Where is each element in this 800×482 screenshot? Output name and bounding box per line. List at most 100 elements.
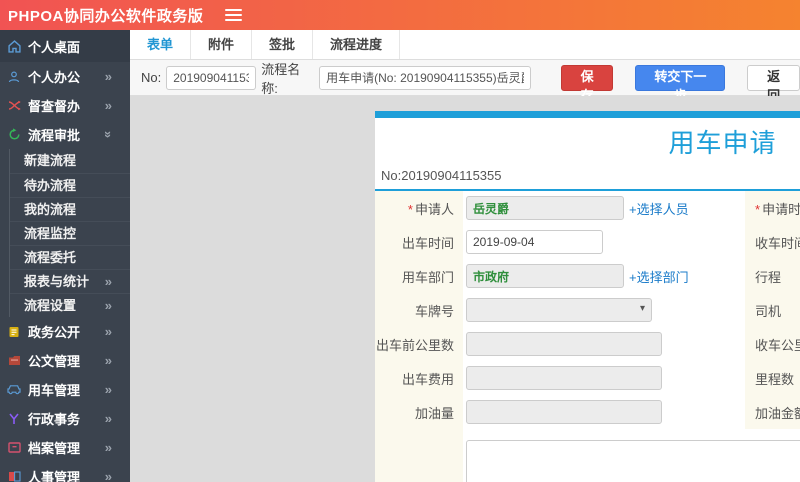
sidebar-item-personal-desktop[interactable]: 个人桌面 bbox=[0, 30, 130, 62]
forward-next-button[interactable]: 转交下一步 bbox=[635, 64, 726, 103]
form-accent-bar bbox=[375, 111, 800, 118]
sidebar-item-label: 流程审批 bbox=[28, 128, 81, 143]
trip-label: 行程 bbox=[755, 269, 782, 285]
return-time-label: 收车时间 bbox=[755, 235, 800, 251]
app-header: PHPOA协同办公软件政务版 bbox=[0, 0, 800, 30]
submenu-item-flow-delegate[interactable]: 流程委托 bbox=[10, 245, 130, 269]
chevron-right-icon bbox=[105, 270, 112, 294]
sidebar-item-label: 个人办公 bbox=[28, 70, 81, 85]
pre-km-label: 出车前公里数 bbox=[375, 337, 454, 353]
driver-label: 司机 bbox=[755, 303, 782, 319]
chevron-right-icon bbox=[105, 324, 112, 339]
reason-textarea[interactable] bbox=[466, 440, 800, 482]
depart-time-label: 出车时间 bbox=[401, 235, 454, 251]
no-label: No: bbox=[141, 70, 162, 85]
flow-name-input[interactable] bbox=[319, 65, 531, 90]
toolbar: No: 流程名称: 保存 转交下一步 返回 bbox=[130, 60, 800, 103]
back-button[interactable]: 返回 bbox=[747, 64, 800, 103]
form-row-dept: 用车部门 +选择部门 行程 bbox=[375, 259, 800, 293]
y-icon bbox=[7, 412, 21, 425]
cost-input[interactable] bbox=[466, 366, 662, 390]
save-button[interactable]: 保存 bbox=[560, 64, 614, 103]
chevron-right-icon bbox=[105, 353, 112, 368]
applicant-input[interactable] bbox=[466, 196, 624, 220]
form-title: 用车申请 bbox=[668, 127, 777, 158]
mileage-label: 里程数 bbox=[755, 371, 795, 387]
hamburger-menu-icon[interactable] bbox=[225, 6, 243, 24]
sidebar-item-admin-affairs[interactable]: 行政事务 bbox=[0, 404, 130, 433]
sidebar-item-supervision[interactable]: 督查督办 bbox=[0, 91, 130, 120]
form-no-text: No:20190904115355 bbox=[375, 164, 800, 191]
cycle-icon bbox=[7, 128, 21, 141]
flow-name-label: 流程名称: bbox=[261, 61, 301, 96]
submenu-item-flow-settings[interactable]: 流程设置 bbox=[10, 293, 130, 317]
form-row-cost: 出车费用 里程数 bbox=[375, 361, 800, 395]
home-icon bbox=[7, 39, 21, 53]
return-km-label: 收车公里数 bbox=[755, 337, 800, 353]
workflow-submenu: 新建流程 待办流程 我的流程 流程监控 流程委托 报表与统计 流程设置 bbox=[9, 149, 130, 317]
chevron-right-icon bbox=[105, 98, 112, 113]
form-row-pre-km: 出车前公里数 收车公里数 bbox=[375, 327, 800, 361]
chevron-right-icon bbox=[105, 469, 112, 482]
doc-icon bbox=[7, 325, 21, 338]
chevron-right-icon bbox=[105, 382, 112, 397]
vehicle-request-form: 用车申请 No:20190904115355 申请人 +选择人员 申请时间 出车… bbox=[375, 111, 800, 482]
fuel-amount-label: 加油金额 bbox=[755, 405, 800, 421]
dept-label: 用车部门 bbox=[401, 269, 454, 285]
form-row-reason: 申请事由 bbox=[375, 429, 800, 482]
chevron-right-icon bbox=[105, 411, 112, 426]
form-row-fuel: 加油量 加油金额 bbox=[375, 395, 800, 429]
book-icon bbox=[7, 470, 21, 482]
sidebar-item-label: 公文管理 bbox=[28, 354, 81, 369]
plate-label: 车牌号 bbox=[414, 303, 454, 319]
tab-sign[interactable]: 签批 bbox=[252, 30, 314, 59]
sidebar-item-label: 政务公开 bbox=[28, 325, 81, 340]
cost-label: 出车费用 bbox=[401, 371, 454, 387]
chevron-right-icon bbox=[105, 294, 112, 318]
select-dept-link[interactable]: +选择部门 bbox=[629, 267, 689, 286]
content-area: 用车申请 No:20190904115355 申请人 +选择人员 申请时间 出车… bbox=[130, 96, 800, 482]
archive-icon bbox=[7, 441, 21, 454]
sidebar-item-archive-mgmt[interactable]: 档案管理 bbox=[0, 433, 130, 462]
sidebar-item-vehicle-mgmt[interactable]: 用车管理 bbox=[0, 375, 130, 404]
tab-form[interactable]: 表单 bbox=[130, 30, 192, 59]
sidebar-item-label: 用车管理 bbox=[28, 383, 81, 398]
sidebar-item-label: 督查督办 bbox=[28, 99, 81, 114]
sidebar-item-hr-mgmt[interactable]: 人事管理 bbox=[0, 462, 130, 482]
sidebar-item-label: 行政事务 bbox=[28, 412, 81, 427]
select-person-link[interactable]: +选择人员 bbox=[629, 199, 689, 218]
depart-time-input[interactable] bbox=[466, 230, 603, 254]
fuel-input[interactable] bbox=[466, 400, 662, 424]
chevron-right-icon bbox=[105, 69, 112, 84]
submenu-item-reports-stats[interactable]: 报表与统计 bbox=[10, 269, 130, 293]
sidebar-item-document-mgmt[interactable]: 公文管理 bbox=[0, 346, 130, 375]
chevron-down-icon bbox=[105, 127, 112, 142]
tab-attachments[interactable]: 附件 bbox=[191, 30, 253, 59]
form-row-depart-time: 出车时间 收车时间 bbox=[375, 225, 800, 259]
fuel-label: 加油量 bbox=[414, 405, 454, 421]
submenu-item-my-flow[interactable]: 我的流程 bbox=[10, 197, 130, 221]
plate-select[interactable] bbox=[466, 298, 652, 322]
form-row-applicant: 申请人 +选择人员 申请时间 bbox=[375, 191, 800, 225]
sidebar-item-label: 人事管理 bbox=[28, 470, 81, 482]
sidebar: 个人桌面 个人办公 督查督办 流程审批 新建流程 待办流程 我的流 bbox=[0, 30, 130, 482]
applicant-label: 申请人 bbox=[408, 199, 454, 218]
no-input[interactable] bbox=[166, 65, 257, 90]
user-icon bbox=[7, 70, 21, 83]
sidebar-item-workflow-approval[interactable]: 流程审批 bbox=[0, 120, 130, 149]
sidebar-item-label: 个人桌面 bbox=[28, 39, 81, 55]
shuffle-icon bbox=[7, 99, 21, 112]
dept-input[interactable] bbox=[466, 264, 624, 288]
chevron-right-icon bbox=[105, 440, 112, 455]
sidebar-item-gov-disclosure[interactable]: 政务公开 bbox=[0, 317, 130, 346]
submenu-item-flow-monitor[interactable]: 流程监控 bbox=[10, 221, 130, 245]
submenu-item-new-flow[interactable]: 新建流程 bbox=[10, 149, 130, 173]
folder-icon bbox=[7, 354, 21, 367]
apply-time-label: 申请时间 bbox=[755, 199, 800, 218]
submenu-item-todo-flow[interactable]: 待办流程 bbox=[10, 173, 130, 197]
pre-km-input[interactable] bbox=[466, 332, 662, 356]
app-title: PHPOA协同办公软件政务版 bbox=[8, 7, 204, 25]
sidebar-item-personal-office[interactable]: 个人办公 bbox=[0, 62, 130, 91]
tab-bar: 表单 附件 签批 流程进度 bbox=[130, 30, 800, 60]
tab-flow-progress[interactable]: 流程进度 bbox=[313, 30, 401, 59]
